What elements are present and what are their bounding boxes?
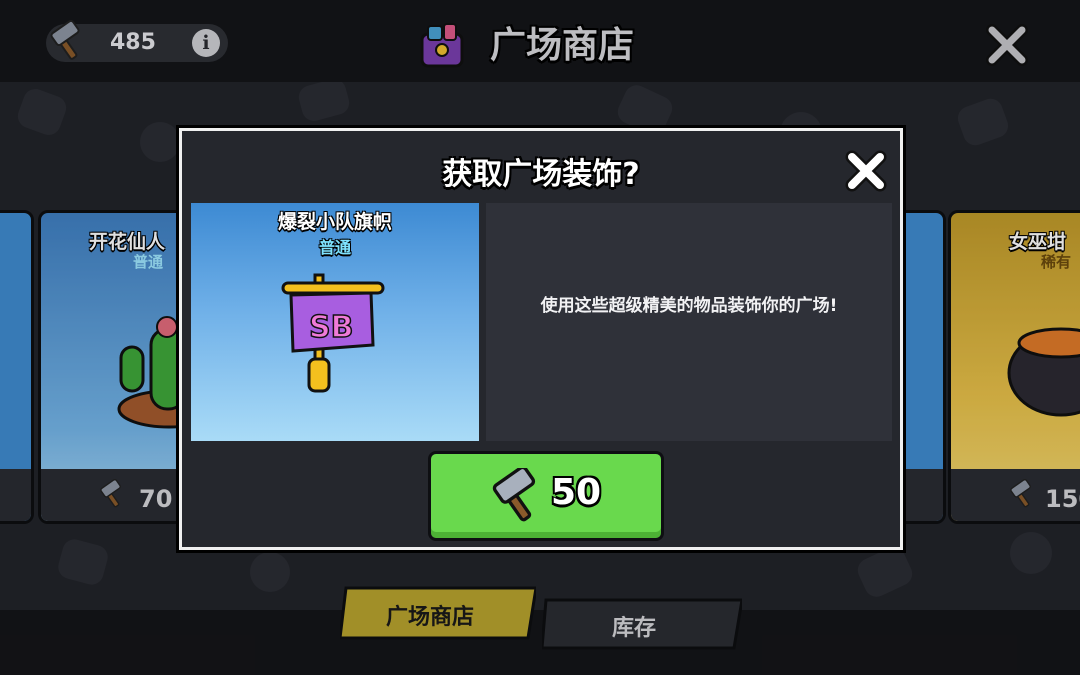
- item-rarity: 普通: [318, 238, 351, 257]
- dialog-title: 获取广场装饰?: [442, 157, 640, 192]
- item-name: 爆裂小队旗帜: [277, 211, 392, 233]
- purchase-dialog: 获取广场装饰? 爆裂小队旗帜 普通 SB 使用这些超级精美的物品装饰你的广场! …: [179, 128, 903, 550]
- item-preview-card: 爆裂小队旗帜 普通 SB: [191, 203, 479, 441]
- flag-letters: SB: [309, 310, 353, 345]
- description-panel: 使用这些超级精美的物品装饰你的广场!: [486, 203, 892, 441]
- flag-icon: SB: [281, 273, 385, 393]
- close-icon[interactable]: [844, 149, 888, 193]
- buy-price: 50: [551, 472, 602, 513]
- hammer-icon: [492, 468, 536, 522]
- buy-button[interactable]: 50: [428, 451, 664, 541]
- item-description: 使用这些超级精美的物品装饰你的广场!: [540, 296, 838, 316]
